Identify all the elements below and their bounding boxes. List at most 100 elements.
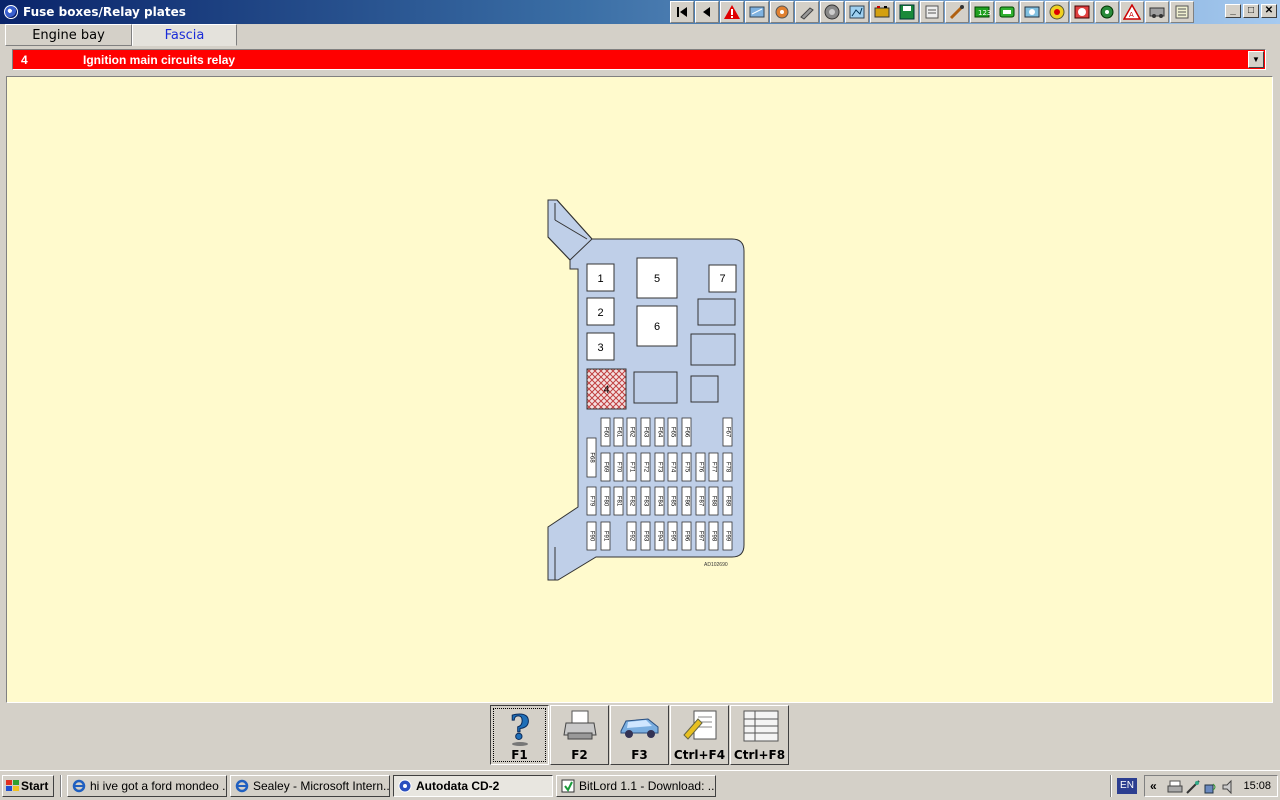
- empty-slot: [633, 371, 678, 404]
- autodata-app-icon[interactable]: [4, 5, 18, 19]
- fuse-label: F67: [725, 427, 731, 438]
- relay-1[interactable]: 1: [586, 263, 615, 292]
- relay-6-label: 6: [654, 321, 660, 333]
- fuse-label: F63: [643, 427, 649, 438]
- tab-fascia[interactable]: Fascia: [132, 24, 237, 46]
- task-ford-mondeo[interactable]: hi ive got a ford mondeo ...: [67, 775, 227, 797]
- engine-icon[interactable]: [770, 1, 794, 23]
- start-label: Start: [21, 779, 49, 793]
- list-key-label: Ctrl+F8: [733, 748, 786, 762]
- main-toolbar: 123 A: [670, 1, 1194, 23]
- empty-slot: [690, 333, 736, 366]
- fuse-label: F84: [657, 496, 663, 507]
- fuse-label: F71: [629, 462, 635, 473]
- fuse-label: F78: [725, 462, 731, 473]
- relay-5[interactable]: 5: [636, 257, 678, 299]
- relay-6[interactable]: 6: [636, 305, 678, 347]
- task-sealey[interactable]: Sealey - Microsoft Intern...: [230, 775, 390, 797]
- print-key-label: F2: [571, 748, 588, 762]
- fuse-label: F72: [643, 462, 649, 473]
- diagram-icon[interactable]: [845, 1, 869, 23]
- relay-7[interactable]: 7: [708, 264, 737, 293]
- component-selector[interactable]: 4 Ignition main circuits relay ▼: [12, 49, 1266, 70]
- aircon-icon[interactable]: [1170, 1, 1194, 23]
- fuse-label: F82: [629, 496, 635, 507]
- airbag-icon[interactable]: [1145, 1, 1169, 23]
- sensor-icon[interactable]: [1020, 1, 1044, 23]
- notes-icon: [682, 710, 716, 740]
- minimize-button[interactable]: _: [1225, 4, 1241, 18]
- fuse-label: F94: [657, 531, 663, 542]
- abs-icon[interactable]: [1070, 1, 1094, 23]
- selected-number: 4: [21, 53, 28, 67]
- vehicle-button[interactable]: F3: [610, 705, 669, 765]
- battery-icon[interactable]: [870, 1, 894, 23]
- fuse-box-diagram: 1 2 3 4 5 6 7 F60 F61 F62 F63 F64 F65 F6…: [547, 199, 745, 581]
- relay-7-label: 7: [719, 273, 725, 285]
- fuse-label: F85: [670, 496, 676, 507]
- chevron-down-icon[interactable]: ▼: [1248, 51, 1264, 68]
- autodata-icon: [398, 779, 412, 793]
- wireless-icon[interactable]: [1203, 779, 1219, 795]
- help-icon: ?: [509, 709, 530, 747]
- tab-engine-bay[interactable]: Engine bay: [5, 24, 132, 46]
- diagram-canvas: 1 2 3 4 5 6 7 F60 F61 F62 F63 F64 F65 F6…: [6, 76, 1273, 703]
- task-label: Autodata CD-2: [416, 779, 500, 793]
- fuse-label: F60: [603, 427, 609, 438]
- prev-icon[interactable]: [695, 1, 719, 23]
- svg-text:A: A: [1129, 11, 1134, 19]
- task-label: Sealey - Microsoft Intern...: [253, 779, 390, 793]
- wheel-icon[interactable]: [820, 1, 844, 23]
- car-info-icon[interactable]: [745, 1, 769, 23]
- language-indicator[interactable]: EN: [1117, 778, 1137, 794]
- window-title: Fuse boxes/Relay plates: [23, 5, 186, 19]
- probe-icon[interactable]: [945, 1, 969, 23]
- repair-icon[interactable]: [995, 1, 1019, 23]
- fuse-label: F95: [670, 531, 676, 542]
- relay-2[interactable]: 2: [586, 297, 615, 326]
- network-icon[interactable]: [1185, 779, 1201, 795]
- maximize-button[interactable]: □: [1243, 4, 1259, 18]
- task-autodata[interactable]: Autodata CD-2: [393, 775, 553, 797]
- fuse-label: F89: [725, 496, 731, 507]
- fuse-label: F96: [684, 531, 690, 542]
- window-controls: _ □ ✕: [1225, 4, 1277, 18]
- printer-tray-icon[interactable]: [1167, 779, 1183, 795]
- fuse-label: F97: [698, 531, 704, 542]
- relay-5-label: 5: [654, 273, 660, 285]
- timing-icon[interactable]: 123: [970, 1, 994, 23]
- fuse-label: F99: [725, 531, 731, 542]
- list-icon: [743, 710, 778, 742]
- tyre-icon[interactable]: [1045, 1, 1069, 23]
- close-button[interactable]: ✕: [1261, 4, 1277, 18]
- start-button[interactable]: Start: [2, 775, 54, 797]
- fuse-label: F81: [616, 496, 622, 507]
- speaker-icon[interactable]: [1221, 779, 1237, 795]
- svg-text:123: 123: [978, 9, 991, 17]
- help-button[interactable]: ? F1: [490, 705, 549, 765]
- taskbar: Start hi ive got a ford mondeo ... Seale…: [0, 770, 1280, 800]
- first-icon[interactable]: [670, 1, 694, 23]
- tray-expand-button[interactable]: «: [1150, 779, 1157, 793]
- print-page-icon[interactable]: [920, 1, 944, 23]
- fuse-label: F62: [629, 427, 635, 438]
- reference-code: AD102690: [704, 562, 728, 568]
- task-bitlord[interactable]: BitLord 1.1 - Download: ...: [556, 775, 716, 797]
- svg-text:?: ?: [510, 709, 530, 747]
- fuse-label: F65: [670, 427, 676, 438]
- fuse-label: F91: [603, 531, 609, 542]
- relay-1-label: 1: [597, 273, 603, 285]
- relay-3[interactable]: 3: [586, 332, 615, 361]
- print-button[interactable]: F2: [550, 705, 609, 765]
- fuse-label: F90: [589, 531, 595, 542]
- relay-4-selected[interactable]: 4: [586, 368, 627, 410]
- brake-icon[interactable]: [1095, 1, 1119, 23]
- windows-logo-icon: [6, 780, 19, 791]
- notes-button[interactable]: Ctrl+F4: [670, 705, 729, 765]
- fuse-label: F77: [711, 462, 717, 473]
- warning-icon[interactable]: [720, 1, 744, 23]
- list-button[interactable]: Ctrl+F8: [730, 705, 789, 765]
- belt-icon[interactable]: A: [1120, 1, 1144, 23]
- tools-icon[interactable]: [795, 1, 819, 23]
- save-icon[interactable]: [895, 1, 919, 23]
